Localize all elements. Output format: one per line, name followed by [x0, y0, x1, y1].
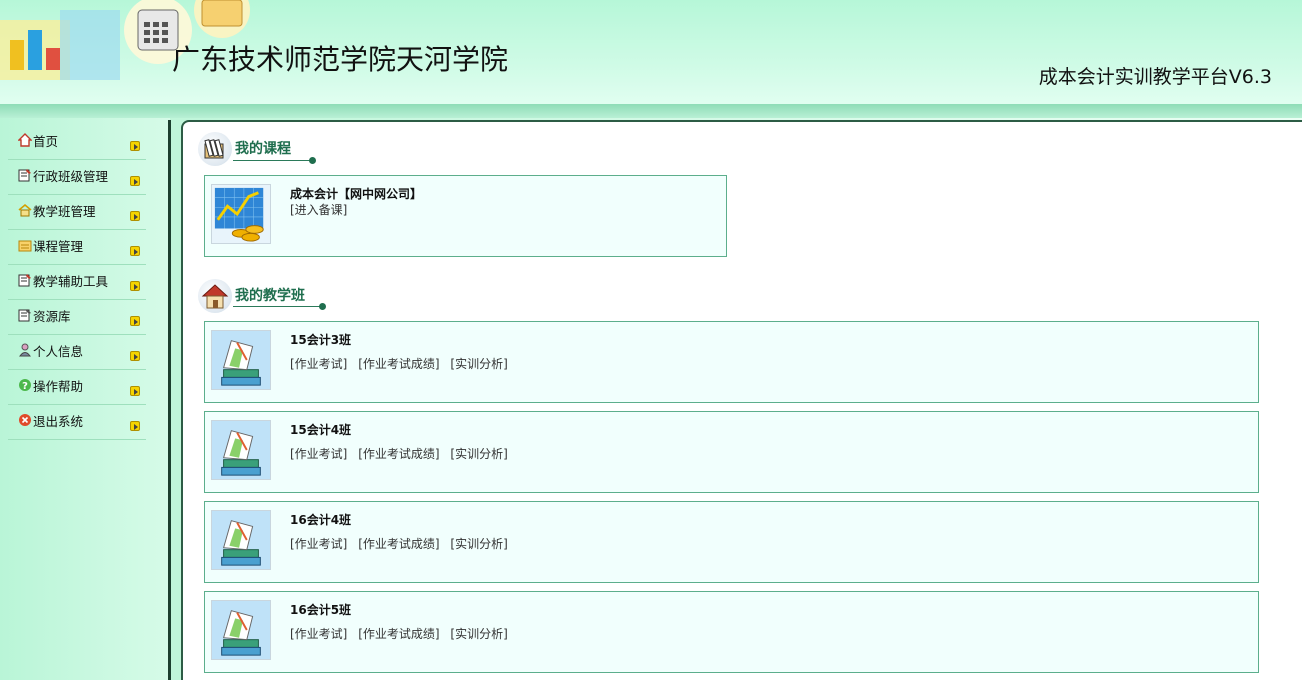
course-name: 成本会计【网中网公司】 [290, 187, 423, 201]
class-card: 15会计4班 [作业考试] [作业考试成绩] [实训分析] [204, 411, 1259, 493]
sidebar-item-label: 资源库 [33, 308, 71, 324]
class-card: 16会计5班 [作业考试] [作业考试成绩] [实训分析] [204, 591, 1259, 673]
course-card: 成本会计【网中网公司】 [进入备课] [204, 175, 727, 257]
class-card: 15会计3班 [作业考试] [作业考试成绩] [实训分析] [204, 321, 1259, 403]
sidebar-item-label: 首页 [33, 133, 59, 149]
training-analysis-link[interactable]: [实训分析] [450, 447, 507, 461]
sidebar-item-teaching-tools[interactable]: 教学辅助工具 [8, 265, 146, 300]
header-strip [0, 104, 1302, 118]
class-card: 16会计4班 [作业考试] [作业考试成绩] [实训分析] [204, 501, 1259, 583]
chevron-right-icon [130, 211, 140, 221]
classes-section-title: 我的教学班 [235, 288, 305, 304]
class-links: [作业考试] [作业考试成绩] [实训分析] [290, 625, 515, 642]
sidebar-item-label: 教学辅助工具 [33, 273, 109, 289]
user-icon [19, 343, 31, 357]
books-icon [211, 420, 271, 480]
exam-scores-link[interactable]: [作业考试成绩] [358, 447, 439, 461]
help-icon: ? [19, 379, 31, 392]
school-name: 广东技术师范学院天河学院 [172, 43, 509, 76]
svg-text:?: ? [22, 381, 28, 392]
sidebar-item-help[interactable]: ? 操作帮助 [8, 370, 146, 405]
homework-exam-link[interactable]: [作业考试] [290, 537, 347, 551]
homework-exam-link[interactable]: [作业考试] [290, 627, 347, 641]
sidebar-nav: 首页 行政班级管理 教学班管理 课程管理 教学辅助工具 资源库 个人信息 ? 操… [8, 125, 146, 440]
homework-exam-link[interactable]: [作业考试] [290, 447, 347, 461]
class-links: [作业考试] [作业考试成绩] [实训分析] [290, 355, 515, 372]
sidebar-item-label: 个人信息 [33, 343, 84, 359]
books-icon [211, 330, 271, 390]
chevron-right-icon [130, 316, 140, 326]
sidebar-item-teaching-class[interactable]: 教学班管理 [8, 195, 146, 230]
sidebar-item-label: 教学班管理 [33, 203, 96, 219]
class-name: 16会计4班 [290, 513, 352, 527]
class-house-icon [18, 203, 32, 217]
house-icon [198, 279, 232, 313]
training-analysis-link[interactable]: [实训分析] [450, 627, 507, 641]
sidebar-item-logout[interactable]: 退出系统 [8, 405, 146, 440]
books-icon [211, 600, 271, 660]
homework-exam-link[interactable]: [作业考试] [290, 357, 347, 371]
books-icon [211, 510, 271, 570]
course-links: [进入备课] [290, 201, 354, 218]
class-links: [作业考试] [作业考试成绩] [实训分析] [290, 535, 515, 552]
chevron-right-icon [130, 176, 140, 186]
document-edit-icon [18, 274, 31, 287]
class-name: 16会计5班 [290, 603, 352, 617]
sidebar-item-course[interactable]: 课程管理 [8, 230, 146, 265]
chevron-right-icon [130, 421, 140, 431]
sidebar-item-home[interactable]: 首页 [8, 125, 146, 160]
classes-section-header: 我的教学班 [198, 279, 305, 313]
courses-section-title: 我的课程 [235, 141, 291, 157]
main-panel: 我的课程 成本会计【网中网公司】 [进入备课] 我的教学班 15会计3班 [作业… [181, 120, 1302, 680]
class-name: 15会计3班 [290, 333, 352, 347]
sidebar-item-label: 退出系统 [33, 413, 84, 429]
chevron-right-icon [130, 386, 140, 396]
chevron-right-icon [130, 351, 140, 361]
section-underline [233, 160, 311, 161]
chevron-right-icon [130, 281, 140, 291]
chart-coins-icon [211, 184, 271, 244]
sidebar-item-resources[interactable]: 资源库 [8, 300, 146, 335]
sidebar-item-label: 操作帮助 [33, 378, 84, 394]
exam-scores-link[interactable]: [作业考试成绩] [358, 537, 439, 551]
sidebar-divider [168, 120, 171, 680]
exam-scores-link[interactable]: [作业考试成绩] [358, 357, 439, 371]
chevron-right-icon [130, 246, 140, 256]
enter-prep-link[interactable]: [进入备课] [290, 203, 347, 217]
class-links: [作业考试] [作业考试成绩] [实训分析] [290, 445, 515, 462]
sidebar-item-admin-class[interactable]: 行政班级管理 [8, 160, 146, 195]
exit-icon [19, 414, 31, 426]
section-dot [319, 303, 326, 310]
sidebar-item-profile[interactable]: 个人信息 [8, 335, 146, 370]
section-underline [233, 306, 321, 307]
folder-icon [18, 240, 32, 252]
section-dot [309, 157, 316, 164]
home-icon [18, 133, 32, 147]
page-header: 广东技术师范学院天河学院 成本会计实训教学平台V6.3 [0, 0, 1302, 118]
document-edit-icon [18, 309, 31, 322]
training-analysis-link[interactable]: [实训分析] [450, 357, 507, 371]
class-name: 15会计4班 [290, 423, 352, 437]
training-analysis-link[interactable]: [实训分析] [450, 537, 507, 551]
document-edit-icon [18, 169, 31, 182]
book-box-icon [198, 132, 232, 166]
sidebar-item-label: 行政班级管理 [33, 168, 109, 184]
exam-scores-link[interactable]: [作业考试成绩] [358, 627, 439, 641]
sidebar-item-label: 课程管理 [33, 238, 84, 254]
platform-name: 成本会计实训教学平台V6.3 [1038, 66, 1272, 88]
chevron-right-icon [130, 141, 140, 151]
